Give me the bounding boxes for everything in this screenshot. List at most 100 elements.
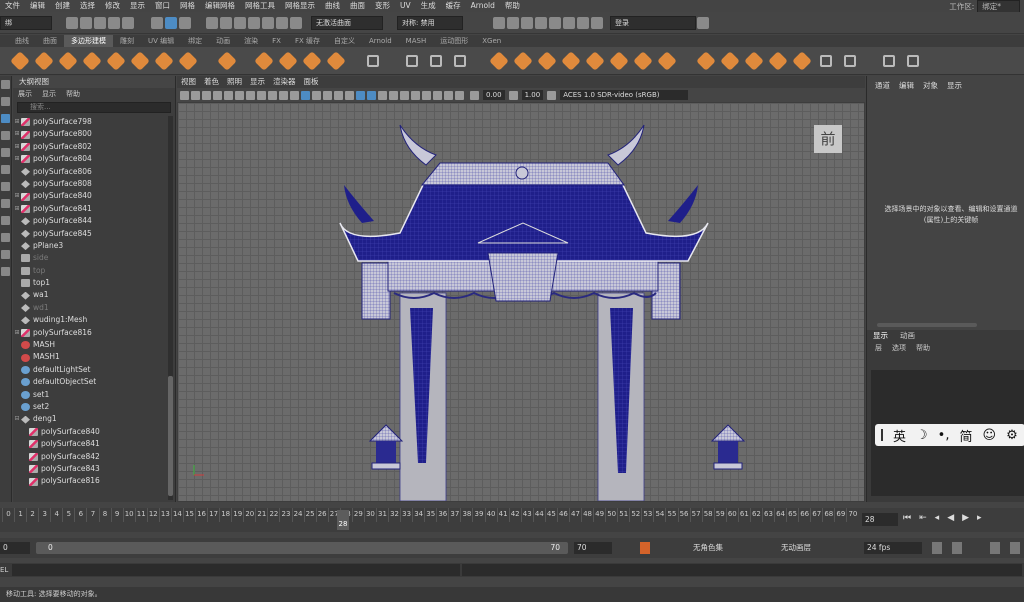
shelf-tab[interactable]: 自定义 [327, 35, 362, 47]
isolate-select-icon[interactable] [422, 90, 431, 100]
outliner-item[interactable]: polySurface808 [13, 178, 168, 190]
command-input[interactable] [12, 564, 460, 576]
expand-toggle-icon[interactable]: ⊞ [13, 153, 21, 165]
menu-item[interactable]: 缓存 [441, 0, 466, 12]
type-text-icon[interactable] [303, 52, 321, 70]
offset-loop-icon[interactable] [745, 52, 763, 70]
outliner-item[interactable]: pPlane3 [13, 240, 168, 252]
outliner-item[interactable]: wd1 [13, 302, 168, 314]
workspace-selector[interactable]: 工作区: 绑定* [949, 0, 1020, 14]
gamma-field[interactable]: 1.00 [521, 90, 544, 100]
outliner-menu-item[interactable]: 展示 [13, 88, 37, 100]
select-tool-icon[interactable] [1, 80, 10, 89]
anti-alias-icon[interactable] [400, 90, 409, 100]
ime-button[interactable]: 简 [959, 426, 972, 445]
poly-sphere-icon[interactable] [11, 52, 29, 70]
render-settings-icon[interactable] [521, 16, 533, 29]
outliner-scroll-thumb[interactable] [168, 376, 173, 496]
outliner-item[interactable]: polySurface816 [13, 475, 168, 487]
scale-tool-icon[interactable] [1, 165, 10, 174]
shelf-tab[interactable]: MASH [399, 35, 434, 47]
expand-toggle-icon[interactable]: ⊞ [13, 327, 21, 339]
render-view-icon[interactable] [549, 16, 561, 29]
menu-item[interactable]: 网格工具 [240, 0, 280, 12]
shelf-tab[interactable]: 绑定 [181, 35, 209, 47]
anim-layer-dropdown[interactable]: 无动画层 [778, 542, 858, 554]
gate-mask-icon[interactable] [257, 90, 266, 100]
help-search-icon[interactable] [697, 16, 709, 29]
outliner-item[interactable]: set1 [13, 389, 168, 401]
snap-surface-icon[interactable] [262, 16, 274, 29]
viewport-menu-item[interactable]: 面板 [300, 76, 323, 88]
color-manage-icon[interactable] [547, 90, 557, 100]
outliner-item[interactable]: ⊞ polySurface841 [13, 203, 168, 215]
channel-box-menu-item[interactable]: 编辑 [899, 74, 923, 98]
edge-loop-icon[interactable] [697, 52, 715, 70]
shelf-tab[interactable]: FX 缓存 [288, 35, 327, 47]
settings-icon[interactable] [1010, 542, 1020, 554]
render-icon[interactable] [493, 16, 505, 29]
arnold-render-icon[interactable] [591, 16, 603, 29]
new-scene-icon[interactable] [66, 16, 78, 29]
outliner-menu-item[interactable]: 帮助 [61, 88, 85, 100]
expand-toggle-icon[interactable]: ⊞ [13, 141, 21, 153]
camera-select-icon[interactable] [180, 90, 189, 100]
snap-curve-icon[interactable] [220, 16, 232, 29]
menu-item[interactable]: 创建 [50, 0, 75, 12]
fill-hole-icon[interactable] [634, 52, 652, 70]
shelf-tab[interactable]: 曲面 [36, 35, 64, 47]
menu-item[interactable]: 选择 [75, 0, 100, 12]
play-back-icon[interactable]: ◀ [947, 513, 954, 523]
wireframe-on-shaded-icon[interactable] [334, 90, 343, 100]
gamma-icon[interactable] [508, 90, 518, 100]
light-editor-icon[interactable] [577, 16, 589, 29]
select-hierarchy-icon[interactable] [151, 16, 163, 29]
layer-menu-item[interactable]: 层 [875, 342, 892, 354]
expand-toggle-icon[interactable]: ⊞ [13, 128, 21, 140]
outliner-item[interactable]: ⊞ polySurface816 [13, 327, 168, 339]
layer-menu-item[interactable]: 选项 [892, 342, 916, 354]
xray-active-icon[interactable] [444, 90, 453, 100]
exposure-icon[interactable] [470, 90, 479, 100]
play-forward-icon[interactable]: ▶ [962, 513, 969, 523]
snap-live-icon[interactable] [290, 16, 302, 29]
lasso-tool-icon[interactable] [1, 97, 10, 106]
channel-box-menu-item[interactable]: 对象 [923, 74, 947, 98]
current-time-marker[interactable]: 28 [337, 510, 349, 530]
poly-cone-icon[interactable] [83, 52, 101, 70]
outliner-item[interactable]: polySurface841 [13, 438, 168, 450]
outliner-scrollbar[interactable] [168, 116, 173, 500]
ime-button[interactable]: ☺ [983, 428, 997, 443]
time-slider[interactable]: 0 1 2 3 4 5 6 7 8 9 10 11 12 13 14 15 16 17 18 19 20 21 22 23 24… [0, 508, 1024, 532]
ipr-render-icon[interactable] [507, 16, 519, 29]
open-scene-icon[interactable] [80, 16, 92, 29]
svg-icon[interactable] [327, 52, 345, 70]
shelf-tab[interactable]: XGen [475, 35, 508, 47]
snap-vertex-icon[interactable] [276, 16, 288, 29]
smooth-shade-icon[interactable] [312, 90, 321, 100]
shelf-tab[interactable]: 动画 [209, 35, 237, 47]
grid-toggle-icon[interactable] [224, 90, 233, 100]
image-plane-icon[interactable] [213, 90, 222, 100]
hypershade-icon[interactable] [535, 16, 547, 29]
shelf-tab[interactable]: FX [265, 35, 288, 47]
layout-side-icon[interactable] [1, 216, 10, 225]
outliner-search-input[interactable]: 搜索... [17, 102, 171, 113]
insert-loop-icon[interactable] [721, 52, 739, 70]
poly-disc-icon[interactable] [155, 52, 173, 70]
anim-end-field[interactable]: 70 [574, 542, 612, 554]
use-all-lights-icon[interactable] [356, 90, 365, 100]
live-surface-field[interactable]: 无激活曲面 [311, 15, 383, 30]
poly-cylinder-icon[interactable] [59, 52, 77, 70]
expand-toggle-icon[interactable]: ⊞ [13, 203, 21, 215]
uv-editor-icon[interactable] [817, 52, 835, 70]
menu-item[interactable]: 网格显示 [280, 0, 320, 12]
mirror-icon[interactable] [538, 52, 556, 70]
safe-title-icon[interactable] [290, 90, 299, 100]
3d-viewport[interactable]: 前 [178, 103, 864, 501]
layer-menu-item[interactable]: 帮助 [916, 342, 940, 354]
extrude-icon[interactable] [562, 52, 580, 70]
current-frame-field[interactable]: 28 [862, 513, 898, 526]
exposure-field[interactable]: 0.00 [483, 90, 505, 100]
textured-icon[interactable] [345, 90, 354, 100]
